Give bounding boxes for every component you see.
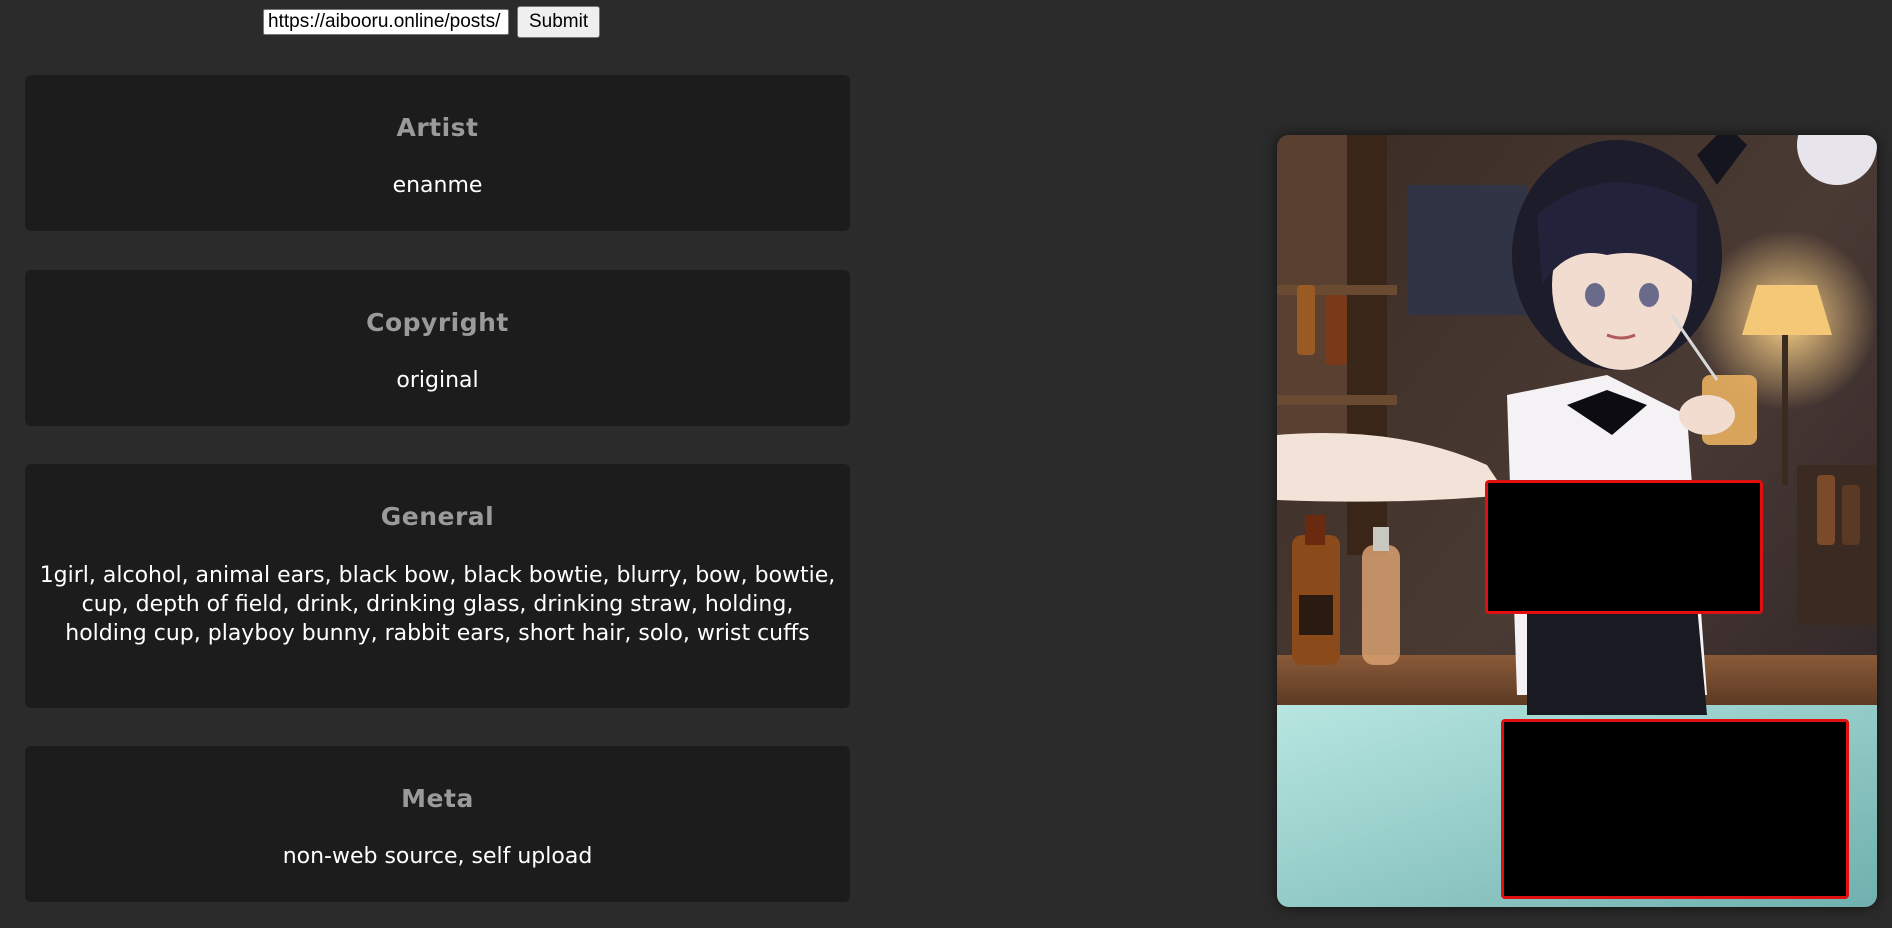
submit-button[interactable]: Submit [517,6,601,38]
copyright-card: Copyright original [25,270,850,426]
post-image [1277,135,1877,907]
url-input[interactable] [263,9,509,35]
url-form: Submit [263,6,601,38]
meta-value: non-web source, self upload [282,844,593,869]
artist-card: Artist enanme [25,75,850,231]
copyright-title: Copyright [366,308,509,337]
meta-card: Meta non-web source, self upload [25,746,850,902]
general-value: 1girl, alcohol, animal ears, black bow, … [39,563,836,646]
censor-box [1485,480,1763,614]
artist-title: Artist [396,113,479,142]
general-title: General [380,502,495,531]
copyright-value: original [396,368,479,393]
general-card: General 1girl, alcohol, animal ears, bla… [25,464,850,708]
censor-box [1501,719,1849,899]
artist-value: enanme [392,173,483,198]
meta-title: Meta [401,784,474,813]
